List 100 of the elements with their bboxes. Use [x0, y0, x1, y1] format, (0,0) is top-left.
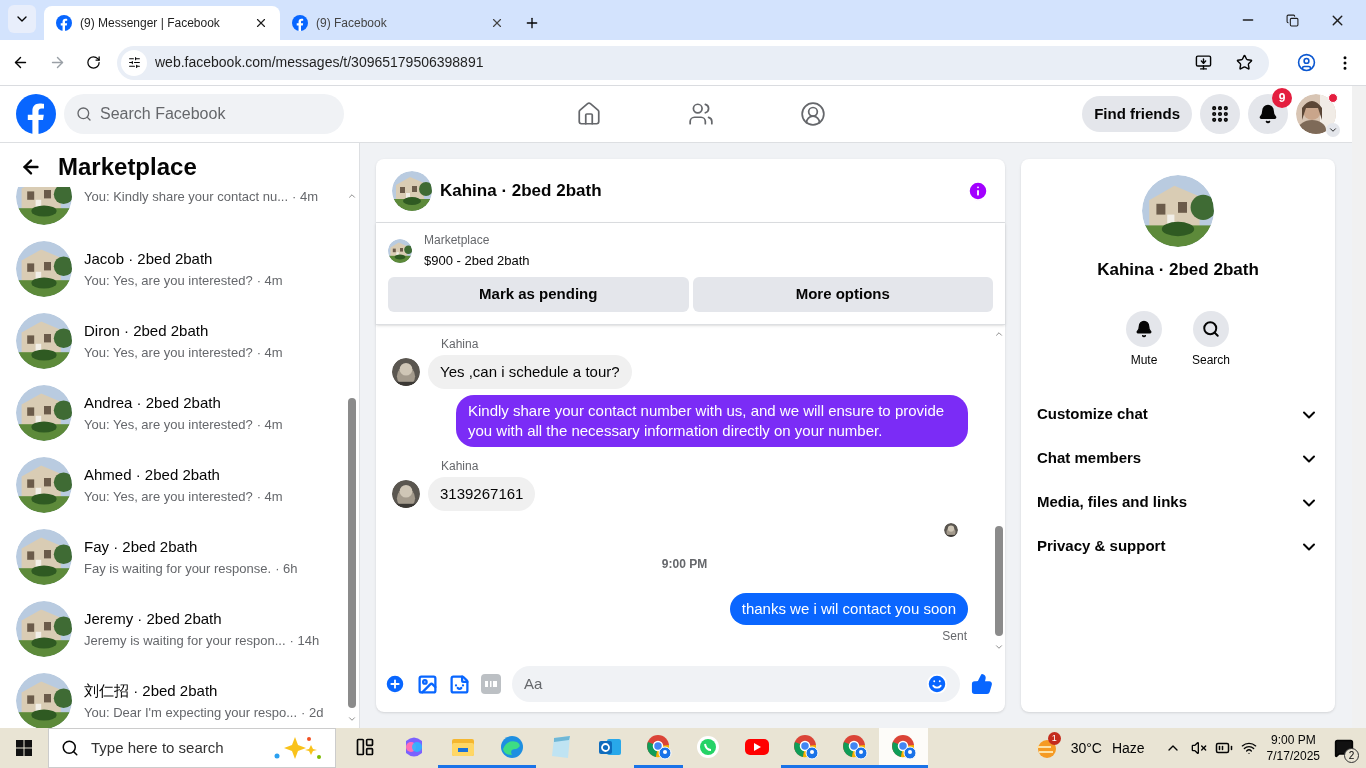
- message-time: · 2d: [301, 703, 324, 722]
- timestamp: 9:00 PM: [661, 556, 708, 571]
- notification-badge: 9: [1272, 88, 1292, 108]
- groups-icon[interactable]: [800, 101, 827, 127]
- site-info-icon[interactable]: [127, 56, 141, 69]
- conversation-name: Jeremy · 2bed 2bath: [84, 609, 223, 629]
- browser-icon[interactable]: [498, 733, 525, 760]
- message-time: · 14h: [289, 631, 320, 650]
- url-text: web.facebook.com/messages/t/30965179506398891: [155, 53, 485, 72]
- message-time: · 6h: [275, 559, 298, 578]
- browser-icon[interactable]: [890, 733, 917, 760]
- message-time: · 4m: [256, 271, 283, 290]
- conversation-item[interactable]: Andrea · 2bed 2bath You: Yes, are you interested? · 4m: [0, 377, 345, 449]
- sidebar-title: Marketplace: [58, 152, 197, 182]
- message-time: · 4m: [292, 188, 319, 207]
- back-icon[interactable]: [12, 54, 29, 71]
- wifi-icon[interactable]: [1240, 740, 1257, 756]
- browser-tab[interactable]: (9) Facebook: [280, 6, 516, 40]
- message-preview: You: Yes, are you interested?: [84, 487, 253, 506]
- settings-section[interactable]: Customize chat: [1029, 392, 1327, 437]
- weather-badge: 1: [1047, 732, 1061, 745]
- browser-tab[interactable]: (9) Messenger | Facebook: [44, 6, 280, 40]
- message-preview: You: Kindly share your contact nu...: [84, 188, 289, 207]
- outgoing-message: thanks we i wil contact you soon: [729, 592, 968, 625]
- image-icon[interactable]: [417, 673, 438, 695]
- friends-icon[interactable]: [688, 101, 715, 127]
- weather-icon: [1034, 737, 1059, 759]
- clock-time: 9:00 PM: [1270, 732, 1316, 748]
- listing-action-button[interactable]: More options: [692, 276, 993, 312]
- info-icon[interactable]: [967, 179, 989, 202]
- incoming-message: 3139267161: [428, 476, 536, 511]
- conversation-item[interactable]: Fay · 2bed 2bath Fay is waiting for your response. · 6h: [0, 521, 345, 593]
- conversation-name: Andrea · 2bed 2bath: [84, 393, 222, 413]
- message-preview: Fay is waiting for your response.: [84, 559, 272, 578]
- chat-title: Kahina · 2bed 2bath: [440, 179, 603, 202]
- conversation-item[interactable]: 刘仁招 · 2bed 2bath You: Dear I'm expecting your respo... · 2d: [0, 665, 345, 728]
- weather-condition: Haze: [1111, 738, 1145, 758]
- thumbs-up-icon[interactable]: [971, 673, 993, 695]
- conversation-item[interactable]: Ahmed · 2bed 2bath You: Yes, are you interested? · 4m: [0, 449, 345, 521]
- settings-section[interactable]: Media, files and links: [1029, 480, 1327, 525]
- scrollbar[interactable]: [1352, 86, 1366, 143]
- new-tab-icon[interactable]: [524, 15, 540, 31]
- outgoing-message: Kindly share your contact number with us, and we will ensure to provide you with all the necessary information directly on your number.: [456, 394, 968, 447]
- temperature: 30°C: [1070, 738, 1102, 758]
- message-time: · 4m: [256, 487, 283, 506]
- close-icon[interactable]: [254, 16, 268, 30]
- scrollbar-thumb[interactable]: [348, 397, 356, 708]
- settings-section[interactable]: Privacy & support: [1029, 524, 1327, 569]
- task-view-icon[interactable]: [354, 736, 375, 757]
- listing-title: $900 - 2bed 2bath: [424, 252, 530, 270]
- forward-icon[interactable]: [49, 54, 66, 71]
- browser-icon[interactable]: [645, 733, 672, 760]
- sparkle-icon: [273, 735, 323, 761]
- conversation-item[interactable]: Jacob · 2bed 2bath You: Yes, are you interested? · 4m: [0, 233, 345, 305]
- emoji-icon[interactable]: [926, 673, 948, 695]
- search-field[interactable]: Search Facebook: [64, 94, 344, 134]
- tab-title: (9) Facebook: [316, 15, 388, 32]
- message-field[interactable]: Aa: [512, 666, 960, 702]
- bell-icon: [1258, 104, 1278, 124]
- listing-label: Marketplace: [424, 232, 491, 249]
- windows-logo-icon[interactable]: [16, 740, 32, 756]
- install-icon[interactable]: [1195, 54, 1212, 71]
- sticker-icon[interactable]: [449, 673, 470, 695]
- message-preview: You: Yes, are you interested?: [84, 343, 253, 362]
- conversation-item[interactable]: Jeremy · 2bed 2bath Jeremy is waiting for your respon... · 14h: [0, 593, 345, 665]
- grid-icon: [1210, 104, 1230, 124]
- message-preview: You: Yes, are you interested?: [84, 415, 253, 434]
- tab-list-button[interactable]: [8, 5, 36, 33]
- caret-button[interactable]: [1326, 123, 1340, 137]
- reload-icon[interactable]: [86, 55, 101, 70]
- sender-name: Kahina: [441, 336, 480, 351]
- browser-icon[interactable]: [792, 733, 819, 760]
- taskbar-search-field[interactable]: Type here to search: [48, 728, 336, 768]
- conversation-name: Diron · 2bed 2bath: [84, 321, 210, 341]
- menu-button[interactable]: [1200, 94, 1240, 134]
- settings-section[interactable]: Chat members: [1029, 436, 1327, 481]
- scrollbar-thumb[interactable]: [995, 526, 1003, 636]
- listing-action-button[interactable]: Mark as pending: [388, 276, 689, 312]
- address-bar[interactable]: web.facebook.com/messages/t/30965179506398891: [117, 45, 1269, 80]
- message-preview: Jeremy is waiting for your respon...: [84, 631, 286, 650]
- profile-icon[interactable]: [1297, 53, 1316, 72]
- restore-icon[interactable]: [1286, 13, 1299, 27]
- conversation-item[interactable]: You: Kindly share your contact nu... · 4m: [0, 187, 345, 233]
- notifications-button[interactable]: [1248, 94, 1288, 134]
- close-icon[interactable]: [490, 16, 504, 30]
- home-icon[interactable]: [576, 101, 603, 127]
- search-icon: [76, 106, 92, 122]
- conversation-name: Jacob · 2bed 2bath: [84, 249, 214, 269]
- find-friends-button[interactable]: Find friends: [1082, 96, 1192, 132]
- muted-speaker-icon[interactable]: [1190, 740, 1207, 756]
- bookmark-icon[interactable]: [1236, 54, 1253, 71]
- conversation-name: Ahmed · 2bed 2bath: [84, 465, 221, 485]
- tab-title: (9) Messenger | Facebook: [80, 15, 221, 32]
- contact-name: Kahina · 2bed 2bath: [1097, 259, 1259, 281]
- scrollbar[interactable]: [1352, 143, 1366, 728]
- notification-count: 2: [1344, 748, 1359, 763]
- conversation-item[interactable]: Diron · 2bed 2bath You: Yes, are you interested? · 4m: [0, 305, 345, 377]
- message-preview: You: Dear I'm expecting your respo...: [84, 703, 297, 722]
- add-icon[interactable]: [384, 673, 406, 695]
- browser-icon[interactable]: [841, 733, 868, 760]
